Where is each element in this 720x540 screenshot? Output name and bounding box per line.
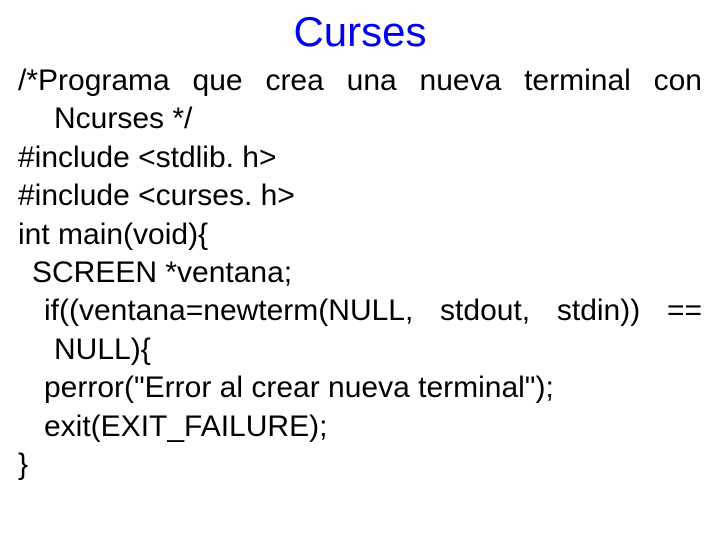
code-exit: exit(EXIT_FAILURE); bbox=[18, 408, 702, 446]
page-title: Curses bbox=[18, 8, 702, 56]
code-include-2: #include <curses. h> bbox=[18, 177, 702, 215]
code-screen-decl: SCREEN *ventana; bbox=[18, 254, 702, 292]
code-main: int main(void){ bbox=[18, 216, 702, 254]
code-close-brace: } bbox=[18, 446, 702, 484]
code-if-line: if((ventana=newterm(NULL, stdout, stdin)… bbox=[18, 292, 702, 330]
code-include-1: #include <stdlib. h> bbox=[18, 139, 702, 177]
code-comment-2: Ncurses */ bbox=[18, 100, 702, 138]
code-comment-1: /*Programa que crea una nueva terminal c… bbox=[18, 62, 702, 100]
code-block: /*Programa que crea una nueva terminal c… bbox=[18, 62, 702, 484]
code-null-line: NULL){ bbox=[18, 331, 702, 369]
code-perror: perror("Error al crear nueva terminal"); bbox=[18, 369, 702, 407]
